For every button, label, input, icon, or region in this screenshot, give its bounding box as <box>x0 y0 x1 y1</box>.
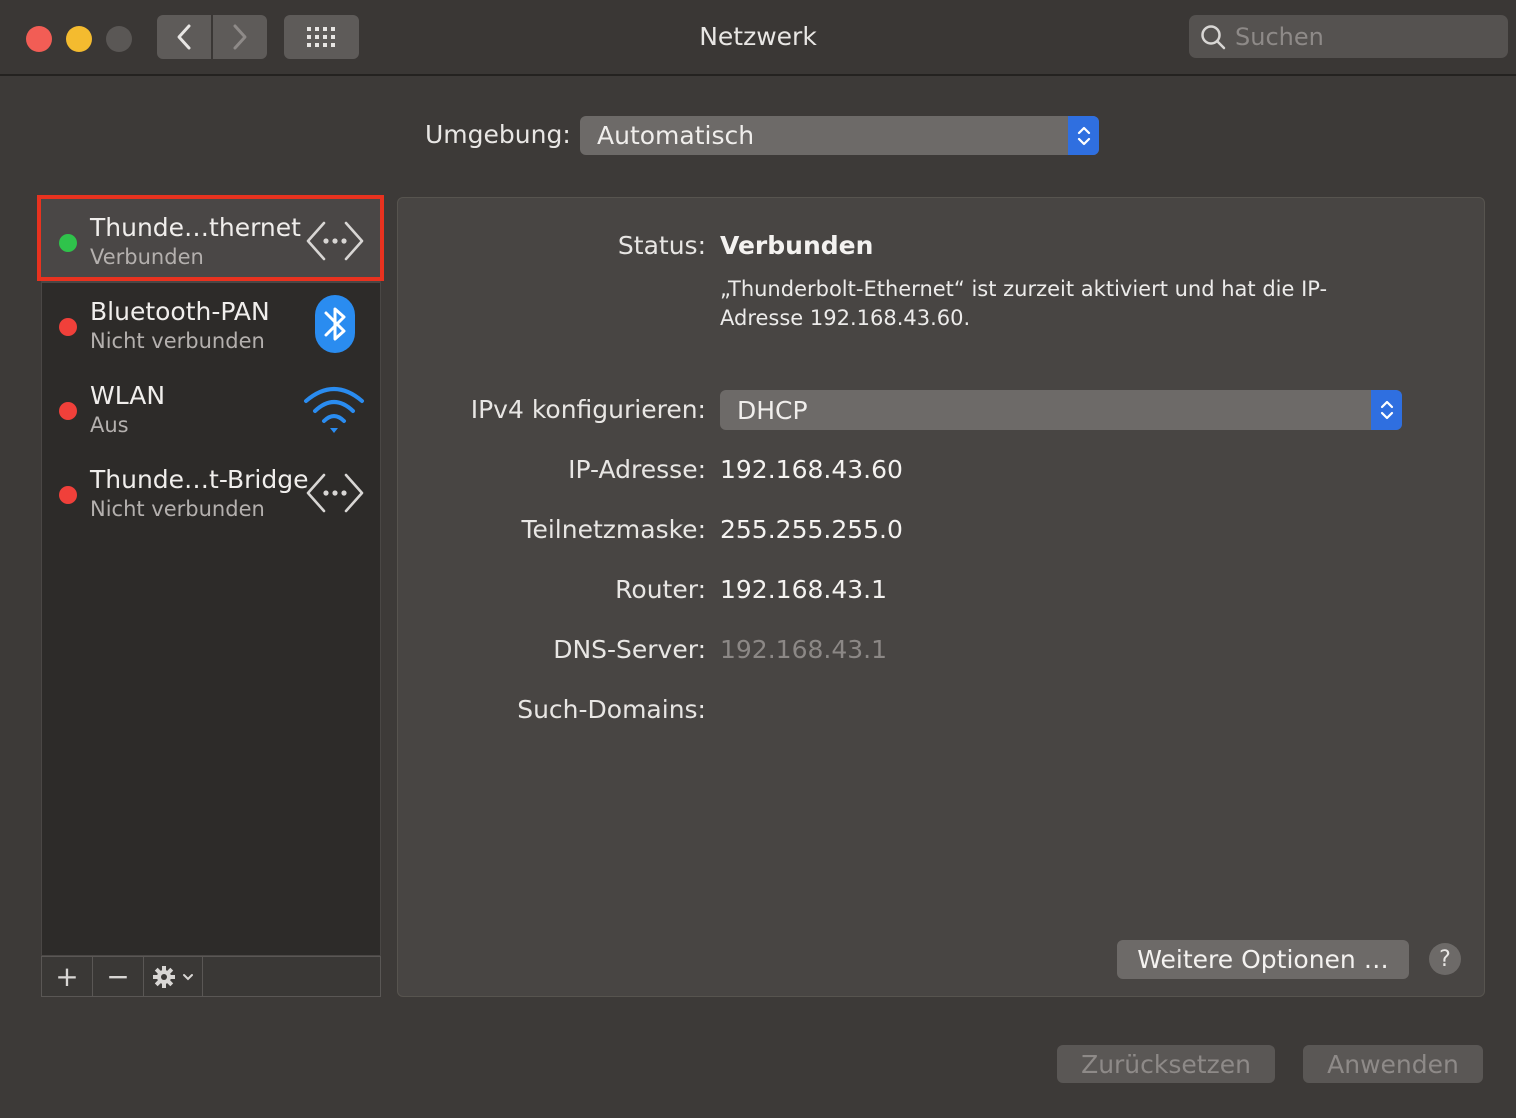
apply-button[interactable]: Anwenden <box>1303 1045 1483 1083</box>
service-status: Verbunden <box>90 245 204 269</box>
search-icon <box>1201 24 1226 49</box>
dns-server-value: 192.168.43.1 <box>720 635 887 664</box>
status-dot-disconnected <box>59 402 77 420</box>
location-label: Umgebung: <box>425 120 571 149</box>
service-item-wlan[interactable]: WLAN Aus <box>42 367 380 451</box>
add-service-button[interactable]: + <box>42 957 93 996</box>
gear-icon <box>153 965 175 988</box>
service-name: Bluetooth-PAN <box>90 297 270 326</box>
status-dot-disconnected <box>59 486 77 504</box>
ip-address-label: IP-Adresse: <box>568 455 706 484</box>
popup-arrows-icon <box>1068 116 1099 155</box>
ethernet-arrows-icon <box>306 473 364 513</box>
service-list[interactable]: Thunde…thernet Verbunden Bluetooth-PAN N… <box>41 198 381 956</box>
status-dot-disconnected <box>59 318 77 336</box>
title-bar: Netzwerk <box>0 0 1516 76</box>
dns-server-label: DNS-Server: <box>553 635 706 664</box>
help-button[interactable]: ? <box>1429 943 1461 975</box>
search-field[interactable] <box>1189 15 1508 58</box>
more-options-button[interactable]: Weitere Optionen … <box>1117 940 1409 979</box>
ipv4-label: IPv4 konfigurieren: <box>470 395 706 424</box>
reset-button[interactable]: Zurücksetzen <box>1057 1045 1275 1083</box>
service-name: Thunde…thernet <box>90 213 301 242</box>
service-actions-button[interactable] <box>144 957 203 996</box>
status-dot-connected <box>59 234 77 252</box>
service-name: WLAN <box>90 381 166 410</box>
wifi-icon <box>304 387 364 433</box>
status-label: Status: <box>617 231 706 260</box>
subnet-mask-value: 255.255.255.0 <box>720 515 903 544</box>
service-status: Nicht verbunden <box>90 497 265 521</box>
service-status: Nicht verbunden <box>90 329 265 353</box>
bluetooth-icon <box>315 295 355 353</box>
location-value: Automatisch <box>597 121 755 150</box>
ipv4-value: DHCP <box>737 395 808 425</box>
search-input[interactable] <box>1233 21 1497 52</box>
service-item-bluetooth-pan[interactable]: Bluetooth-PAN Nicht verbunden <box>42 283 380 367</box>
router-value: 192.168.43.1 <box>720 575 887 604</box>
router-label: Router: <box>615 575 706 604</box>
service-status: Aus <box>90 413 129 437</box>
search-domains-label: Such-Domains: <box>517 695 706 724</box>
popup-arrows-icon <box>1371 390 1402 430</box>
ip-address-value: 192.168.43.60 <box>720 455 903 484</box>
ethernet-arrows-icon <box>306 221 364 261</box>
service-item-thunderbolt-bridge[interactable]: Thunde…t-Bridge Nicht verbunden <box>42 451 380 535</box>
subnet-mask-label: Teilnetzmaske: <box>521 515 706 544</box>
ipv4-select[interactable]: DHCP <box>720 390 1402 430</box>
location-select[interactable]: Automatisch <box>580 116 1099 155</box>
service-name: Thunde…t-Bridge <box>90 465 309 494</box>
status-value: Verbunden <box>720 231 874 260</box>
service-list-toolbar: + − <box>41 956 381 997</box>
service-item-thunderbolt-ethernet[interactable]: Thunde…thernet Verbunden <box>42 199 380 283</box>
remove-service-button[interactable]: − <box>93 957 144 996</box>
status-description: „Thunderbolt-Ethernet“ ist zurzeit aktiv… <box>720 277 1328 330</box>
chevron-down-icon <box>183 973 193 980</box>
